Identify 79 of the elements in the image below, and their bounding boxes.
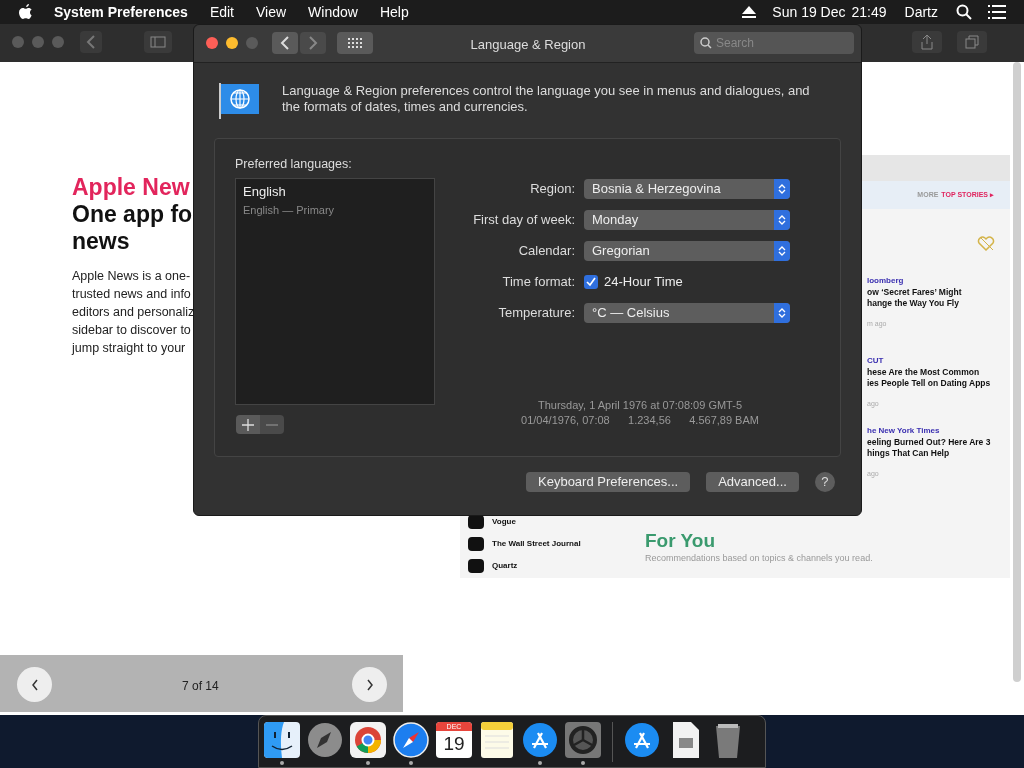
format-sample: Thursday, 1 April 1976 at 07:08:09 GMT-5 xyxy=(537,398,743,413)
stepper-icon xyxy=(774,210,790,230)
story-title[interactable]: hese Are the Most Common xyxy=(867,367,1010,378)
setting-dropdown[interactable]: Monday xyxy=(584,210,790,230)
language-detail: English — Primary xyxy=(243,202,336,218)
user-name[interactable]: Dartz xyxy=(904,1,938,23)
story-title[interactable]: ow ‘Secret Fares’ Might xyxy=(867,287,1010,298)
format-sample: 01/04/1976, 07:08 1.234,56 4.567,89 BAM xyxy=(520,413,760,428)
stepper-icon xyxy=(774,241,790,261)
app-store-icon[interactable] xyxy=(522,722,558,758)
show-all-icon[interactable] xyxy=(337,32,373,54)
checkbox-label[interactable]: 24-Hour Time xyxy=(604,272,683,292)
page-counter: 7 of 14 xyxy=(182,678,219,695)
checkbox[interactable] xyxy=(584,275,598,289)
article-text: sidebar to discover to xyxy=(72,322,192,339)
forward-icon[interactable] xyxy=(300,32,326,54)
channel-name[interactable]: Vogue xyxy=(492,516,516,528)
globe-flag-icon xyxy=(218,81,260,119)
setting-label: Calendar: xyxy=(517,242,576,261)
dialog-button[interactable]: Advanced... xyxy=(706,472,799,492)
section-label: Preferred languages: xyxy=(235,156,352,173)
window-title: Language & Region xyxy=(469,36,587,54)
notepad-icon[interactable] xyxy=(479,722,515,758)
story-title[interactable]: hings That Can Help xyxy=(867,448,1010,459)
article-heading: news xyxy=(72,228,131,255)
channel-logo xyxy=(468,559,484,573)
compass-icon[interactable] xyxy=(393,722,429,758)
apple-icon[interactable] xyxy=(18,3,34,21)
app-menu[interactable]: System Preferences xyxy=(54,1,188,23)
menu-item[interactable]: Window xyxy=(308,1,358,23)
menu-date[interactable]: Sun 19 Dec xyxy=(772,1,846,23)
finder-face-icon[interactable] xyxy=(264,722,300,758)
story-title[interactable]: hange the Way You Fly xyxy=(867,298,1010,309)
app-store-icon[interactable] xyxy=(624,722,660,758)
setting-dropdown[interactable]: °C — Celsius xyxy=(584,303,790,323)
setting-label: Region: xyxy=(529,180,576,199)
menu-item[interactable]: View xyxy=(256,1,287,23)
article-brand: Apple New xyxy=(72,174,191,201)
control-center-icon[interactable] xyxy=(988,5,1006,19)
menu-clock[interactable]: 21:49 xyxy=(851,1,887,23)
story-source: he New York Times xyxy=(867,425,941,437)
setting-label: Time format: xyxy=(501,273,576,292)
article-text: Apple News is a one- xyxy=(72,268,192,285)
back-icon[interactable] xyxy=(272,32,298,54)
description-text: Language & Region preferences control the language you see in menus and dialogues, and the formats of dates, times and currencies. xyxy=(282,83,811,115)
stepper-icon xyxy=(774,179,790,199)
search-icon xyxy=(700,37,712,49)
story-source: CUT xyxy=(867,355,885,367)
eject-icon[interactable] xyxy=(742,6,757,18)
stepper-icon xyxy=(774,303,790,323)
menu-item[interactable]: Help xyxy=(379,1,409,23)
article-text: jump straight to your xyxy=(72,340,187,357)
setting-label: Temperature: xyxy=(497,304,576,323)
channel-name[interactable]: The Wall Street Journal xyxy=(492,538,581,550)
setting-dropdown[interactable]: Gregorian xyxy=(584,241,790,261)
chrome-icon[interactable] xyxy=(350,722,386,758)
add-icon[interactable] xyxy=(236,415,260,434)
channel-logo xyxy=(468,537,484,551)
calendar-day: 19 xyxy=(443,731,465,757)
article-text: trusted news and info xyxy=(72,286,192,303)
for-you-heading: For You xyxy=(645,529,716,553)
story-source: loomberg xyxy=(867,275,905,287)
channel-name[interactable]: Quartz xyxy=(492,560,518,572)
story-title[interactable]: ies People Tell on Dating Apps xyxy=(867,378,1010,389)
dialog-button[interactable]: Keyboard Preferences... xyxy=(526,472,691,492)
menu-item[interactable]: Edit xyxy=(209,1,234,23)
window-button[interactable] xyxy=(206,37,218,49)
article-text: editors and personaliz xyxy=(72,304,194,321)
setting-dropdown[interactable]: Bosnia & Herzegovina xyxy=(584,179,790,199)
setting-label: First day of week: xyxy=(472,211,576,230)
search-icon[interactable] xyxy=(956,4,972,20)
help-button[interactable]: ? xyxy=(814,472,835,492)
for-you-subtitle: Recommendations based on topics & channels you read. xyxy=(645,552,873,565)
window-button[interactable] xyxy=(226,37,238,49)
back-icon[interactable] xyxy=(80,31,102,53)
language-name[interactable]: English xyxy=(243,182,427,202)
gear-icon[interactable] xyxy=(565,722,601,758)
story-title[interactable]: eeling Burned Out? Here Are 3 xyxy=(867,437,1010,448)
article-heading: One app fo xyxy=(72,201,194,228)
